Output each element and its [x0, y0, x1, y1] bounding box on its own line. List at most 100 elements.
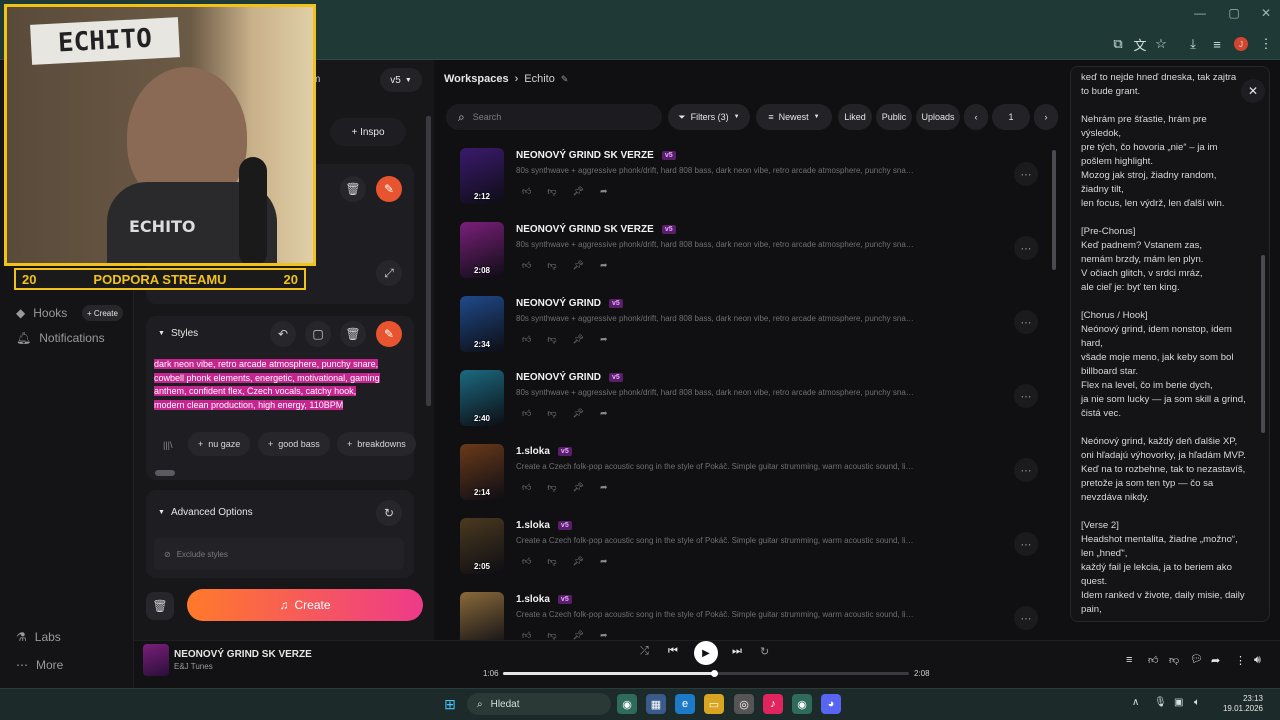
inspo-button[interactable]: + Inspo	[330, 118, 406, 146]
song-thumbnail[interactable]: 2:08	[460, 222, 504, 278]
clear-icon[interactable]: 🗑︎	[146, 592, 174, 620]
like-icon[interactable]: 👍︎	[522, 260, 531, 271]
style-chip[interactable]: + good bass	[258, 432, 330, 456]
player-artist[interactable]: E&J Tunes	[174, 662, 213, 671]
play-button[interactable]: ▶	[694, 641, 718, 665]
trash-icon[interactable]: 🗑︎	[340, 321, 366, 347]
share-icon[interactable]: ➦	[600, 186, 608, 197]
dislike-icon[interactable]: 👎︎	[547, 482, 556, 493]
windows-start-icon[interactable]: ⊞	[440, 694, 460, 714]
player-title[interactable]: NEONOVÝ GRIND SK VERZE	[174, 649, 312, 660]
sidebar-item-hooks[interactable]: ◆ Hooks	[16, 306, 67, 320]
pin-icon[interactable]: 📌︎	[573, 482, 584, 493]
trash-icon[interactable]: 🗑︎	[340, 176, 366, 202]
magic-wand-icon[interactable]: ✎	[376, 176, 402, 202]
song-thumbnail[interactable]: 2:14	[460, 444, 504, 500]
chrome-icon[interactable]: ◉	[617, 694, 637, 714]
undo-icon[interactable]: ↶	[270, 321, 296, 347]
progress-track[interactable]	[503, 672, 909, 675]
share-icon[interactable]: ➦	[600, 556, 608, 567]
style-chip[interactable]: + breakdowns	[337, 432, 416, 456]
sidebar-item-notifications[interactable]: 🔔︎ Notifications	[16, 331, 105, 345]
taskbar-clock[interactable]: 23:13 19.01.2026	[1213, 694, 1263, 714]
chrome-icon[interactable]: ◉	[792, 694, 812, 714]
song-title[interactable]: NEONOVÝ GRIND SK VERZE v5	[516, 150, 676, 161]
dislike-icon[interactable]: 👎︎	[547, 186, 556, 197]
edge-icon[interactable]: e	[675, 694, 695, 714]
pin-icon[interactable]: 📌︎	[573, 556, 584, 567]
list-scrollbar[interactable]	[1052, 150, 1056, 270]
more-options-icon[interactable]: ⋯	[1014, 310, 1038, 334]
exclude-styles-input[interactable]: ⊘ Exclude styles	[154, 538, 404, 570]
more-options-icon[interactable]: ⋮	[1235, 654, 1246, 667]
song-row[interactable]: 2:12 NEONOVÝ GRIND SK VERZE v5 80s synthwav…	[460, 148, 1060, 222]
more-options-icon[interactable]: ⋯	[1014, 532, 1038, 556]
like-icon[interactable]: 👍︎	[522, 482, 531, 493]
style-chip[interactable]: + nu gaze	[188, 432, 251, 456]
song-row[interactable]: 2:05 1.sloka v5 Create a Czech folk-pop aco…	[460, 518, 1060, 592]
screen-cast-icon[interactable]: ⧉	[1108, 34, 1128, 54]
more-options-icon[interactable]: ⋯	[1014, 162, 1038, 186]
magic-wand-icon[interactable]: ✎	[376, 321, 402, 347]
taskbar-search[interactable]: ⌕ Hledat	[467, 693, 611, 715]
more-options-icon[interactable]: ⋯	[1014, 384, 1038, 408]
prev-page-button[interactable]: ‹	[964, 104, 988, 130]
like-icon[interactable]: 👍︎	[522, 556, 531, 567]
tray-chevron-icon[interactable]: ∧	[1132, 697, 1139, 708]
previous-icon[interactable]: ⏮︎	[668, 645, 678, 658]
next-page-button[interactable]: ›	[1034, 104, 1058, 130]
discord-icon[interactable]: ◕	[821, 694, 841, 714]
dislike-icon[interactable]: 👎︎	[547, 334, 556, 345]
search-input[interactable]: ⌕ Search	[446, 104, 662, 130]
dislike-icon[interactable]: 👎︎	[1169, 654, 1179, 666]
like-icon[interactable]: 👍︎	[522, 334, 531, 345]
song-title[interactable]: NEONOVÝ GRIND v5	[516, 372, 623, 383]
share-icon[interactable]: ➦	[600, 334, 608, 345]
tiktok-icon[interactable]: ♪	[763, 694, 783, 714]
uploads-filter-button[interactable]: Uploads	[916, 104, 960, 130]
advanced-options-header[interactable]: ▼ Advanced Options	[158, 507, 253, 518]
like-icon[interactable]: 👍︎	[522, 186, 531, 197]
pin-icon[interactable]: 📌︎	[573, 186, 584, 197]
store-icon[interactable]: ▦	[646, 694, 666, 714]
more-options-icon[interactable]: ⋯	[1014, 236, 1038, 260]
public-filter-button[interactable]: Public	[876, 104, 912, 130]
liked-filter-button[interactable]: Liked	[838, 104, 872, 130]
pin-icon[interactable]: 📌︎	[573, 260, 584, 271]
more-options-icon[interactable]: ⋯	[1014, 458, 1038, 482]
pin-icon[interactable]: 📌︎	[573, 334, 584, 345]
filters-button[interactable]: ⏷ Filters (3) ▼	[668, 104, 750, 130]
tags-icon[interactable]: |||\	[163, 440, 173, 450]
dislike-icon[interactable]: 👎︎	[547, 408, 556, 419]
horizontal-scrollbar[interactable]	[155, 470, 175, 476]
expand-icon[interactable]: ⤢	[376, 260, 402, 286]
microphone-icon[interactable]: 🎙︎	[1154, 697, 1167, 708]
shuffle-icon[interactable]: ⤮	[640, 645, 649, 658]
minimize-icon[interactable]: —	[1190, 6, 1210, 20]
sidebar-item-labs[interactable]: ⚗ Labs	[16, 630, 61, 644]
reset-icon[interactable]: ↻	[376, 500, 402, 526]
queue-icon[interactable]: ≡	[1126, 654, 1132, 666]
pin-icon[interactable]: 📌︎	[573, 408, 584, 419]
share-icon[interactable]: ➦	[600, 482, 608, 493]
song-thumbnail[interactable]: 2:12	[460, 148, 504, 204]
song-title[interactable]: 1.sloka v5	[516, 594, 572, 605]
like-icon[interactable]: 👍︎	[1148, 654, 1158, 666]
panel-scrollbar[interactable]	[426, 116, 431, 406]
song-thumbnail[interactable]: 2:40	[460, 370, 504, 426]
volume-icon[interactable]: 🔊︎	[1254, 654, 1261, 667]
hooks-create-button[interactable]: + Create	[82, 305, 123, 321]
song-thumbnail[interactable]: 2:05	[460, 518, 504, 574]
share-icon[interactable]: ➦	[1211, 654, 1220, 667]
obs-icon[interactable]: ◎	[734, 694, 754, 714]
share-icon[interactable]: ➦	[600, 408, 608, 419]
breadcrumb-root[interactable]: Workspaces	[444, 73, 509, 85]
song-title[interactable]: 1.sloka v5	[516, 446, 572, 457]
dislike-icon[interactable]: 👎︎	[547, 556, 556, 567]
maximize-icon[interactable]: ▢	[1224, 6, 1244, 20]
song-row[interactable]: 2:14 1.sloka v5 Create a Czech folk-pop aco…	[460, 444, 1060, 518]
song-row[interactable]: 2:34 NEONOVÝ GRIND v5 80s synthwave + aggre…	[460, 296, 1060, 370]
media-icon[interactable]: ≡	[1207, 34, 1227, 54]
next-icon[interactable]: ⏭︎	[732, 645, 742, 658]
share-icon[interactable]: ➦	[600, 260, 608, 271]
